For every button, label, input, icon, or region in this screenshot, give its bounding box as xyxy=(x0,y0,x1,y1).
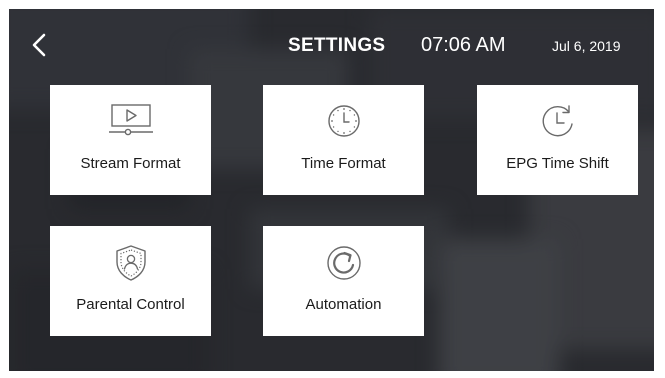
tile-label: Parental Control xyxy=(76,296,185,313)
settings-screen: SETTINGS 07:06 AM Jul 6, 2019 Stream For… xyxy=(9,9,654,371)
clock-time: 07:06 AM xyxy=(421,34,506,56)
automation-refresh-icon xyxy=(326,246,361,280)
time-shift-icon xyxy=(542,105,573,137)
tile-label: Stream Format xyxy=(80,155,181,172)
tile-label: Time Format xyxy=(301,155,386,172)
time-format-tile[interactable]: Time Format xyxy=(263,85,424,195)
parental-control-tile[interactable]: Parental Control xyxy=(50,226,211,336)
epg-time-shift-tile[interactable]: EPG Time Shift xyxy=(477,85,638,195)
back-button[interactable] xyxy=(27,27,53,63)
clock-icon xyxy=(327,105,360,137)
video-player-icon xyxy=(108,104,153,136)
chevron-left-icon xyxy=(32,33,46,57)
top-bar: SETTINGS 07:06 AM Jul 6, 2019 xyxy=(9,9,654,81)
automation-tile[interactable]: Automation xyxy=(263,226,424,336)
tile-label: Automation xyxy=(305,296,382,313)
clock-date: Jul 6, 2019 xyxy=(552,38,621,54)
parental-shield-icon xyxy=(115,245,146,281)
stream-format-tile[interactable]: Stream Format xyxy=(50,85,211,195)
tile-label: EPG Time Shift xyxy=(506,155,609,172)
page-title: SETTINGS xyxy=(288,35,386,56)
